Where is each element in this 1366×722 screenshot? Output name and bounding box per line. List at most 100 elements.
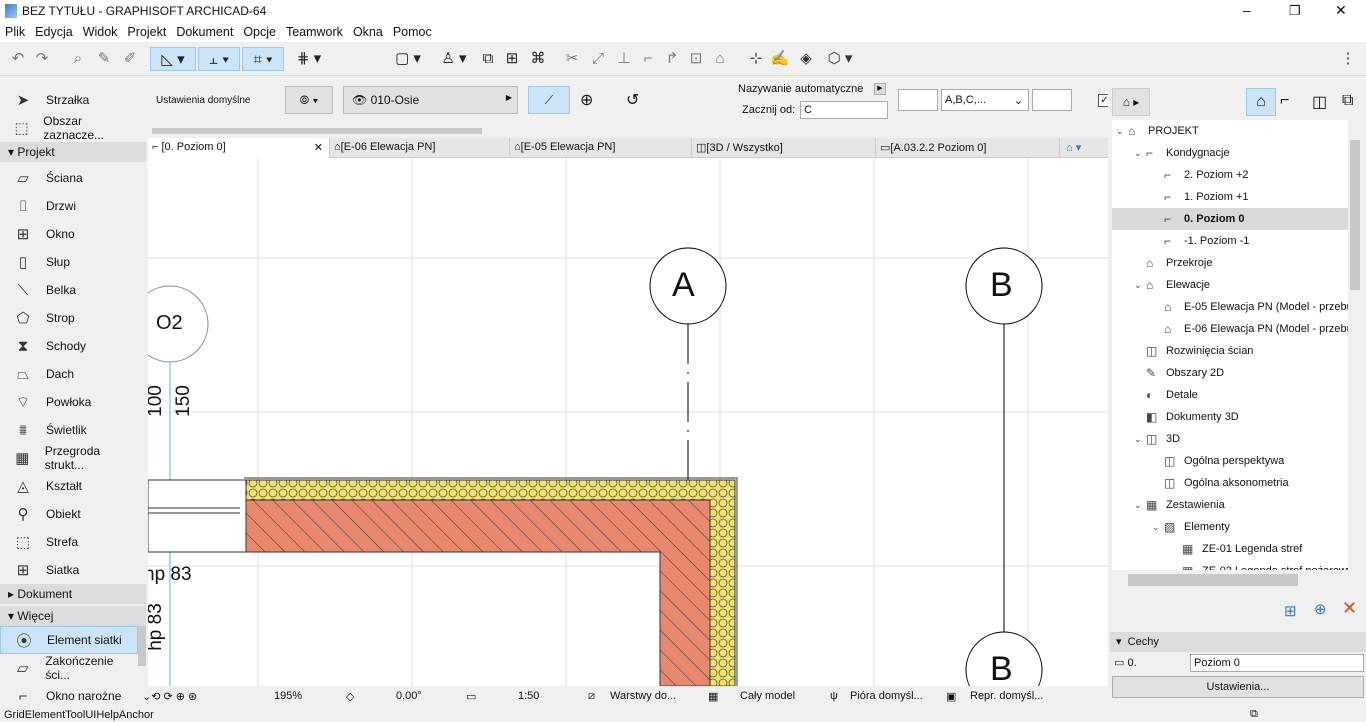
- tool-8[interactable]: ⌔ Powłoka: [0, 388, 140, 416]
- delete-icon[interactable]: ✕: [1342, 598, 1357, 619]
- trace-icon[interactable]: ⧉: [476, 47, 500, 71]
- adjust-icon[interactable]: ⤢: [586, 47, 610, 71]
- tree-vscrollbar[interactable]: [1348, 120, 1362, 570]
- close-button[interactable]: ✕: [1335, 2, 1347, 19]
- toolbar-overflow-icon[interactable]: ⋮: [1336, 47, 1360, 71]
- explode-icon[interactable]: ⌘: [526, 47, 550, 71]
- drawing-canvas[interactable]: O2 A B B 100 150 hp 83 hp 83: [148, 158, 1108, 686]
- auto-naming-button[interactable]: ▶: [874, 83, 886, 95]
- lock-icon[interactable]: ✍: [768, 47, 792, 71]
- tool-14[interactable]: ⊞ Siatka: [0, 556, 140, 584]
- tree-item[interactable]: ⌄ ▦ Zestawienia: [1134, 494, 1225, 516]
- settings-button[interactable]: Ustawienia...: [1112, 676, 1364, 698]
- tree-item[interactable]: ⌐ -1. Poziom -1: [1152, 230, 1249, 252]
- chevron-icon[interactable]: ⌄: [1134, 434, 1146, 445]
- figure-icon[interactable]: ♙ ▾: [434, 47, 474, 71]
- angle-value[interactable]: 0,00°: [396, 690, 422, 702]
- split-icon[interactable]: ✂: [560, 47, 584, 71]
- tree-item[interactable]: ⌐ 0. Poziom 0: [1112, 208, 1348, 230]
- tree-item[interactable]: ⌄ ◫ 3D: [1134, 428, 1180, 450]
- tree-item[interactable]: ⌄ ▨ Elementy: [1152, 516, 1230, 538]
- properties-header[interactable]: ▾ Cechy: [1110, 632, 1366, 652]
- circle-geometry-button[interactable]: ⊕: [580, 90, 593, 110]
- menu-widok[interactable]: Widok: [78, 22, 123, 39]
- gravity-icon[interactable]: ⫠ ▾: [198, 47, 240, 71]
- tree-item[interactable]: ⌄ ⌂ Elewacje: [1134, 274, 1210, 296]
- section-wiecej[interactable]: ▾ Więcej: [0, 606, 146, 626]
- section-projekt[interactable]: ▾ Projekt: [0, 142, 146, 162]
- tab-layout[interactable]: ▭[A.03.2.2 Poziom 0]: [876, 138, 1060, 158]
- tool-corner-window[interactable]: ⌐ Okno narożne: [0, 682, 140, 710]
- chevron-icon[interactable]: ⌄: [1152, 522, 1164, 533]
- layout-book-tab[interactable]: ◫: [1312, 92, 1327, 112]
- tree-item[interactable]: ◫ Rozwinięcia ścian: [1134, 340, 1253, 362]
- tool-2[interactable]: ⊞ Okno: [0, 220, 140, 248]
- tree-item[interactable]: ⌐ 2. Poziom +2: [1152, 164, 1249, 186]
- navigator-mode-button[interactable]: ⌂ ▸: [1112, 88, 1150, 116]
- tool-wall-end[interactable]: ▱ Zakończenie ści...: [0, 654, 140, 682]
- tree-item[interactable]: ⌄ ⌐ Kondygnacje: [1134, 142, 1230, 164]
- view-map-tab[interactable]: ⌐: [1280, 92, 1289, 110]
- layers-value[interactable]: Warstwy do...: [610, 690, 676, 702]
- restore-button[interactable]: ❐: [1289, 3, 1301, 19]
- zoom-out-icon[interactable]: ⌄⟲ ⟳ ⊕ ⊛: [142, 690, 197, 703]
- chevron-icon[interactable]: ⌄: [1116, 126, 1128, 137]
- tree-item[interactable]: ⌂ E-06 Elewacja PN (Model - przebud: [1152, 318, 1348, 340]
- snap-guides-icon[interactable]: ◺ ▾: [150, 47, 196, 71]
- layer-selector[interactable]: 👁 010-Osie ▶: [343, 86, 518, 114]
- suffix-input[interactable]: [1032, 89, 1072, 111]
- tab-e06[interactable]: ⌂[E-06 Elewacja PN]: [330, 138, 510, 158]
- prop-name-input[interactable]: Poziom 0: [1190, 654, 1364, 672]
- coordinates-icon[interactable]: ⌗ ▾: [242, 47, 284, 71]
- naming-scheme-select[interactable]: A,B,C,... ⌄: [941, 89, 1029, 111]
- tool-5[interactable]: ⬠ Strop: [0, 304, 140, 332]
- menu-edycja[interactable]: Edycja: [30, 22, 78, 39]
- tab-3d[interactable]: ◫[3D / Wszystko]: [692, 138, 876, 158]
- menu-dokument[interactable]: Dokument: [171, 22, 238, 39]
- hide-icon[interactable]: ◈: [794, 47, 818, 71]
- tree-hscrollbar[interactable]: [1112, 570, 1348, 590]
- tree-item[interactable]: ⌐ 1. Poziom +1: [1152, 186, 1249, 208]
- chevron-icon[interactable]: ⌄: [1134, 280, 1146, 291]
- tree-item[interactable]: ⌂ E-05 Elewacja PN (Model - przebud: [1152, 296, 1348, 318]
- tab-e05[interactable]: ⌂[E-05 Elewacja PN]: [510, 138, 692, 158]
- tool-7[interactable]: ⏢ Dach: [0, 360, 140, 388]
- menu-plik[interactable]: Plik: [0, 22, 30, 39]
- arc-geometry-button[interactable]: ↺: [626, 90, 639, 110]
- menu-teamwork[interactable]: Teamwork: [281, 22, 348, 39]
- start-from-input[interactable]: C: [800, 101, 888, 119]
- grid-snap-icon[interactable]: ⋕ ▾: [288, 47, 330, 71]
- publisher-tab[interactable]: ⧉: [1342, 92, 1353, 110]
- tool-marquee[interactable]: ⬚ Obszar zaznacze...: [0, 114, 140, 142]
- tree-item[interactable]: ⌄ ⌂ PROJEKT: [1116, 120, 1199, 142]
- window-icon[interactable]: ⧉: [1250, 708, 1258, 721]
- tree-item[interactable]: ▦ZE-02 Legenda stref pożarowych: [1170, 560, 1348, 570]
- tool-1[interactable]: ⌷ Drzwi: [0, 192, 140, 220]
- tool-6[interactable]: ⧗ Schody: [0, 332, 140, 360]
- prefix-input[interactable]: [898, 89, 938, 111]
- undo-icon[interactable]: ↶: [6, 47, 30, 71]
- new-folder-icon[interactable]: ⊕: [1314, 600, 1327, 618]
- straight-geometry-button[interactable]: ⟋: [528, 86, 570, 114]
- redo-icon[interactable]: ↷: [30, 47, 54, 71]
- group-icon[interactable]: ⊹: [744, 47, 768, 71]
- infobox-scrollbar[interactable]: [152, 128, 482, 134]
- view-icon[interactable]: ▢ ▾: [388, 47, 428, 71]
- tool-11[interactable]: ◬ Kształt: [0, 472, 140, 500]
- tree-item[interactable]: ◐ Detale: [1134, 384, 1198, 406]
- close-tab-icon[interactable]: ✕: [314, 141, 323, 154]
- tree-item[interactable]: ⌂ Przekroje: [1134, 252, 1212, 274]
- tool-10[interactable]: ▦ Przegroda strukt...: [0, 444, 140, 472]
- tool-12[interactable]: ⚲ Obiekt: [0, 500, 140, 528]
- menu-okna[interactable]: Okna: [348, 22, 388, 39]
- tab-poziom-0[interactable]: ⌐ [0. Poziom 0] ✕: [148, 138, 330, 158]
- tool-13[interactable]: ⬚ Strefa: [0, 528, 140, 556]
- tool-arrow[interactable]: ➤ Strzałka: [0, 86, 140, 114]
- roof-icon[interactable]: ⌂: [708, 47, 732, 71]
- chevron-icon[interactable]: ⌄: [1134, 500, 1146, 511]
- model-value[interactable]: Cały model: [740, 690, 795, 702]
- minimize-button[interactable]: –: [1243, 2, 1251, 18]
- offset-icon[interactable]: ⊡: [684, 47, 708, 71]
- measure-icon[interactable]: ⊞: [500, 47, 524, 71]
- section-dokument[interactable]: ▸ Dokument: [0, 584, 146, 604]
